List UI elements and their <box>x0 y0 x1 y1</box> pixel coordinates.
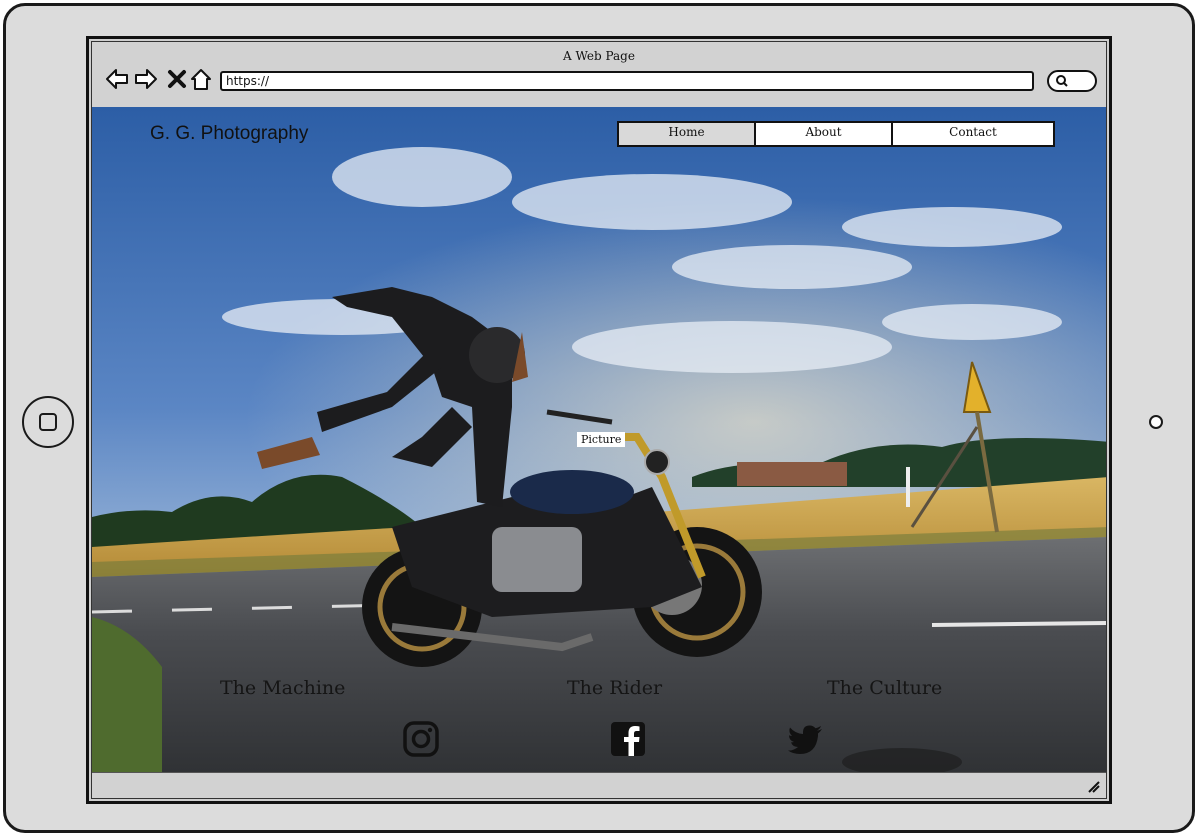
section-link-rider[interactable]: The Rider <box>567 677 662 699</box>
nav-about[interactable]: About <box>756 123 893 145</box>
back-arrow-icon[interactable] <box>104 66 130 92</box>
nav-contact[interactable]: Contact <box>893 123 1053 145</box>
section-link-culture[interactable]: The Culture <box>827 677 942 699</box>
picture-label: Picture <box>577 432 626 447</box>
tablet-camera <box>1149 415 1163 429</box>
twitter-icon[interactable] <box>787 720 825 758</box>
facebook-icon[interactable] <box>609 720 647 758</box>
section-link-machine[interactable]: The Machine <box>220 677 345 699</box>
search-button[interactable] <box>1047 70 1097 92</box>
window-title: A Web Page <box>563 49 635 63</box>
instagram-icon[interactable] <box>402 720 440 758</box>
main-nav: Home About Contact <box>617 121 1055 147</box>
tablet-home-button[interactable] <box>22 396 74 448</box>
home-icon[interactable] <box>188 66 214 92</box>
web-page: G. G. Photography Home About Contact Pic… <box>92 107 1106 777</box>
nav-home[interactable]: Home <box>619 123 756 145</box>
close-x-icon[interactable] <box>164 66 190 92</box>
resize-grip-icon[interactable] <box>1086 779 1100 793</box>
browser-window: A Web Page https:// G. G. Photography Ho… <box>86 36 1112 804</box>
site-brand[interactable]: G. G. Photography <box>150 123 308 145</box>
browser-status-bar <box>92 772 1106 798</box>
address-bar[interactable]: https:// <box>220 71 1034 91</box>
search-icon <box>1056 75 1068 87</box>
forward-arrow-icon[interactable] <box>133 66 159 92</box>
